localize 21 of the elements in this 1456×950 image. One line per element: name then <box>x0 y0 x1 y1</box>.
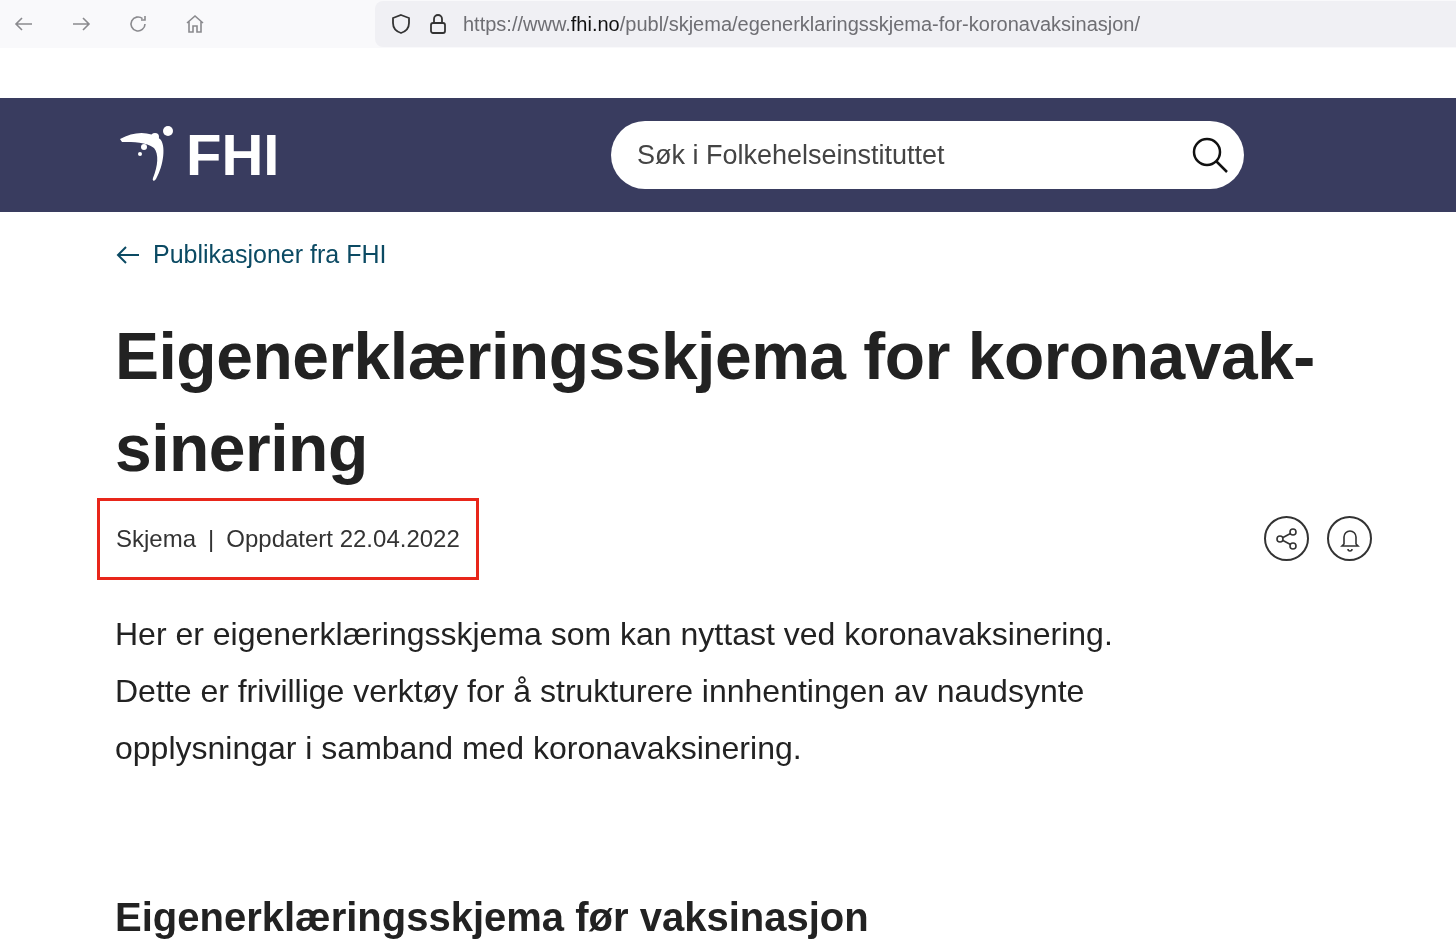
page-title-line: sinering <box>115 409 368 487</box>
page-title-line: Eigenerklæringsskjema for koronavak- <box>115 317 1315 395</box>
updated-date: Oppdatert 22.04.2022 <box>226 523 460 554</box>
shield-icon <box>389 12 413 36</box>
address-bar[interactable]: https://www.fhi.no/publ/skjema/egenerklaringsskjema-for-koronavaksinasjon/ <box>375 1 1456 47</box>
share-icon <box>1274 526 1299 551</box>
lock-icon <box>427 12 449 36</box>
back-link[interactable]: Publikasjoner fra FHI <box>115 236 387 274</box>
logo-text: FHI <box>186 126 280 184</box>
share-button[interactable] <box>1264 516 1309 561</box>
notification-button[interactable] <box>1327 516 1372 561</box>
separator: | <box>208 523 215 554</box>
search-icon[interactable] <box>1190 135 1230 175</box>
document-type: Skjema <box>116 523 197 554</box>
intro-paragraph: Her er eigenerklæringsskjema som kan nyttast ved koronavaksinering. Dette er frivillige verktøy for å strukturere innhentingen av naudsynte opplysningar i samband med koronavaksinering. <box>115 614 1114 768</box>
search-bar[interactable]: Søk i Folkehelseinstituttet <box>611 121 1244 189</box>
search-input[interactable]: Søk i Folkehelseinstituttet <box>637 134 1190 176</box>
section-heading: Eigenerklæringsskjema før vaksinasjon <box>115 893 870 941</box>
left-arrow-icon <box>115 244 141 265</box>
url-text: https://www.fhi.no/publ/skjema/egenerklaringsskjema-for-koronavaksinasjon/ <box>463 12 1140 37</box>
fhi-logo[interactable]: FHI <box>118 125 611 185</box>
